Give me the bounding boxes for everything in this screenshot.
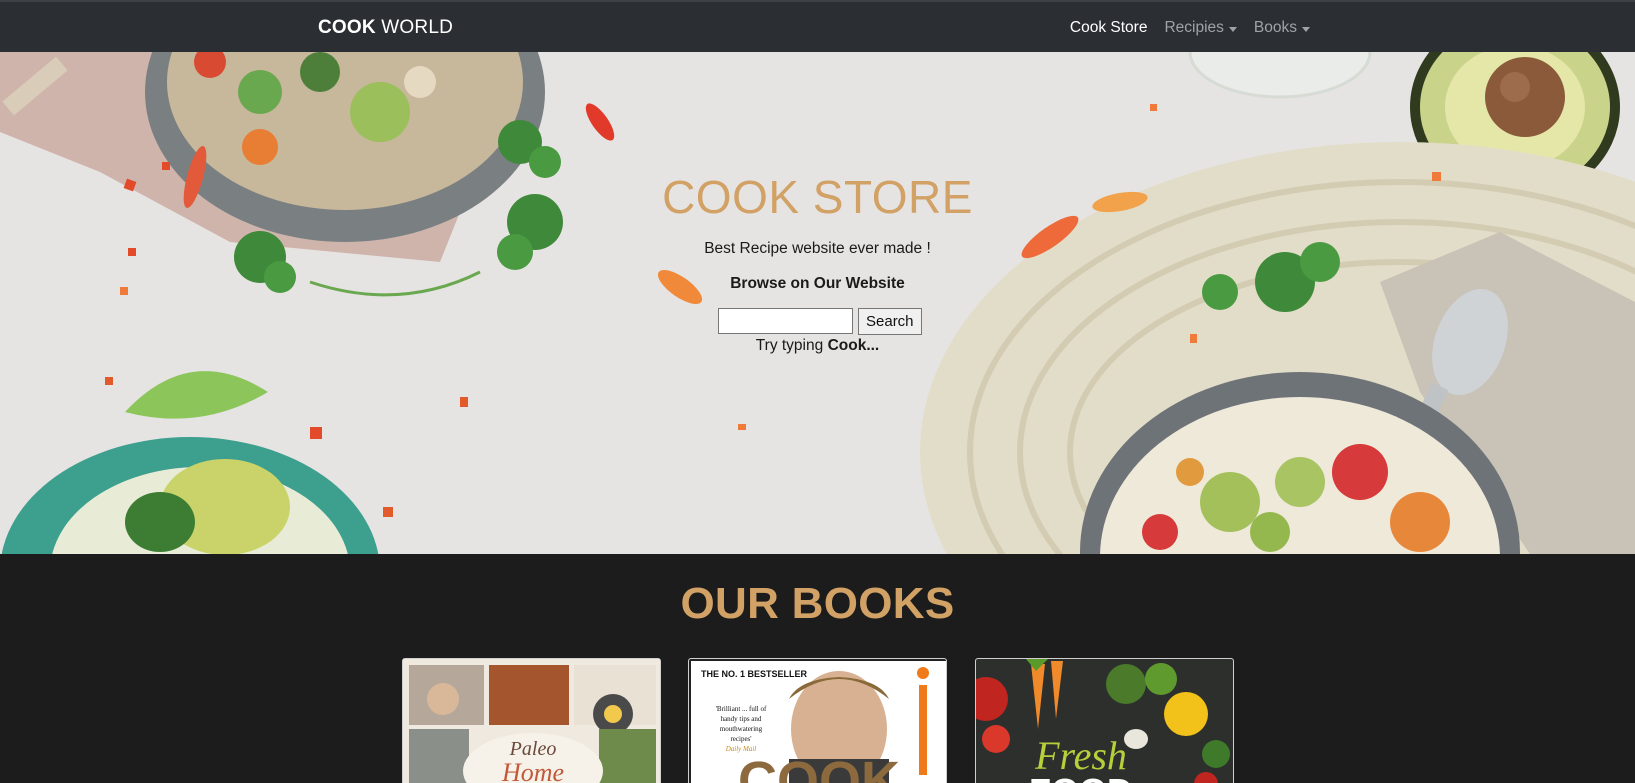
brand-bold: COOK	[318, 17, 376, 38]
book-1-cover-line-2: Home	[501, 758, 564, 783]
books-title: OUR BOOKS	[680, 579, 955, 628]
book-2-quote-2: handy tips and	[721, 715, 762, 723]
book-cover-image: Fresh FOOD	[976, 659, 1233, 783]
nav-item-books[interactable]: Books	[1254, 19, 1310, 37]
book-3-cover-line-2: FOOD	[1029, 771, 1133, 783]
book-1-cover-line-1: Paleo	[509, 738, 557, 760]
caret-down-icon	[1228, 26, 1237, 32]
brand-logo[interactable]: COOK WORLD	[318, 17, 453, 39]
search-button[interactable]: Search	[858, 308, 922, 335]
nav-item-label: Cook Store	[1069, 19, 1148, 36]
nav-item-recipies[interactable]: Recipies	[1164, 19, 1237, 37]
search-hint: Try typing Cook...	[0, 337, 1635, 355]
book-card[interactable]: THE NO. 1 BESTSELLER 'Brilliant ... full…	[688, 658, 947, 783]
book-2-quote-1: 'Brilliant ... full of	[716, 705, 767, 713]
book-card[interactable]: Fresh FOOD	[975, 658, 1234, 783]
book-2-cover-big: COOK	[738, 751, 900, 783]
nav-item-cook-store[interactable]: Cook Store	[1070, 19, 1148, 37]
book-cover-image: THE NO. 1 BESTSELLER 'Brilliant ... full…	[689, 659, 946, 783]
nav-item-label: Recipies	[1164, 19, 1224, 36]
book-card[interactable]: Paleo Home	[402, 658, 661, 783]
nav-item-label: Books	[1253, 19, 1297, 36]
search-form: Search	[718, 308, 922, 335]
book-2-quote-3: mouthwatering	[720, 725, 763, 733]
hero-title: COOK STORE	[662, 171, 973, 223]
book-2-cover-top: THE NO. 1 BESTSELLER	[701, 669, 808, 679]
brand-rest: WORLD	[381, 17, 454, 38]
book-2-quote-4: recipes'	[730, 735, 751, 743]
nav-menu: Cook Store Recipies Books	[1070, 19, 1310, 37]
hero-background-image	[0, 52, 1635, 554]
hero-browse-text: Browse on Our Website	[730, 275, 905, 292]
book-cover-image: Paleo Home	[403, 659, 660, 783]
hero-tagline: Best Recipe website ever made !	[704, 240, 931, 257]
books-section: OUR BOOKS Paleo Home THE NO. 1 BESTSELLE…	[0, 554, 1635, 783]
hero-banner: COOK STORE Best Recipe website ever made…	[0, 52, 1635, 554]
caret-down-icon	[1302, 26, 1310, 32]
search-hint-bold: Cook...	[827, 337, 880, 354]
search-hint-prefix: Try typing	[755, 337, 824, 354]
top-navbar: COOK WORLD Cook Store Recipies Books	[0, 0, 1635, 52]
search-input[interactable]	[718, 308, 853, 334]
